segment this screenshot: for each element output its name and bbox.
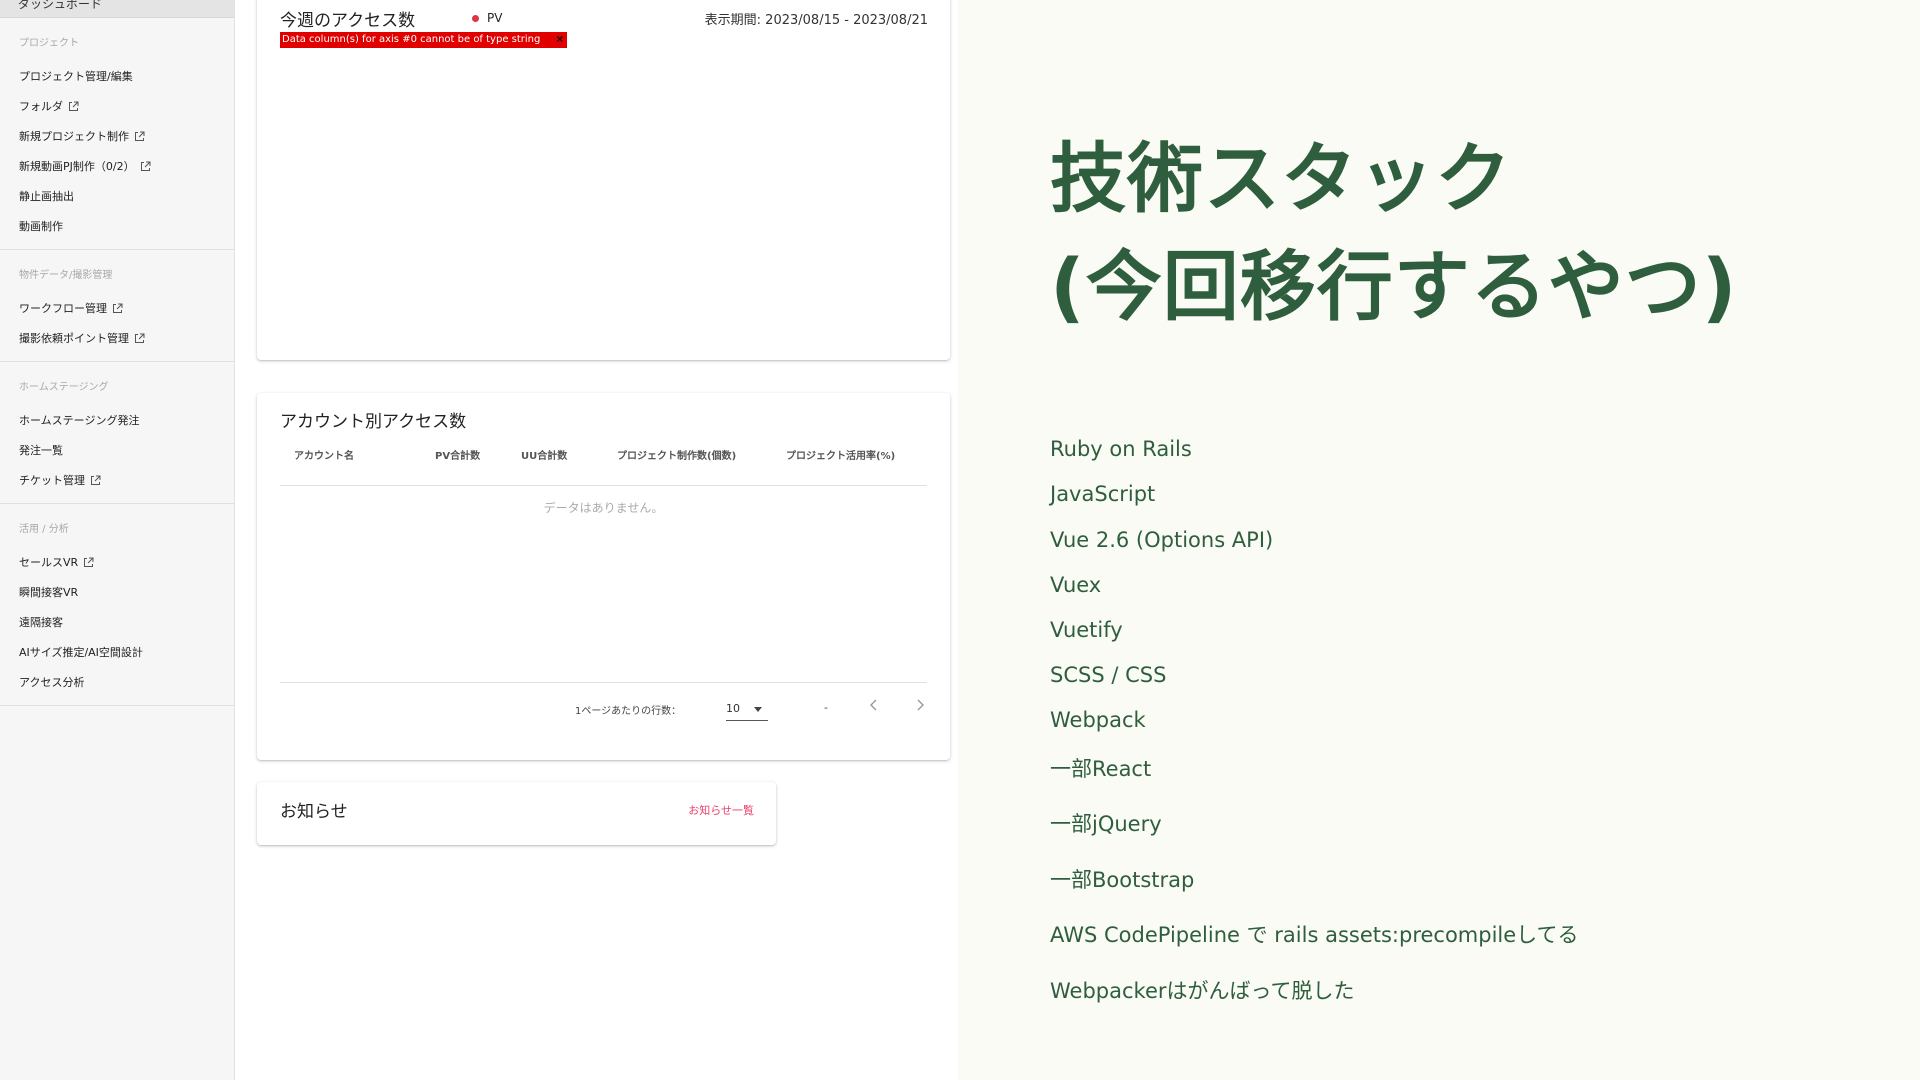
sidebar-item[interactable]: フォルダ bbox=[0, 91, 234, 121]
news-title: お知らせ bbox=[280, 802, 348, 822]
empty-table-message: データはありません。 bbox=[543, 501, 664, 515]
column-header-usage-rate[interactable]: プロジェクト活用率(%) bbox=[786, 447, 895, 462]
column-header-uu[interactable]: UU合計数 bbox=[521, 447, 567, 462]
sidebar-item-label: 撮影依頼ポイント管理 bbox=[19, 332, 129, 345]
external-link-icon bbox=[134, 131, 145, 142]
sidebar-section: プロジェクトプロジェクト管理/編集 フォルダ新規プロジェクト制作 新規動画PJ制作（… bbox=[0, 18, 234, 250]
chart-error-text: Data column(s) for axis #0 cannot be of … bbox=[282, 34, 541, 45]
tech-stack-item: Vuex bbox=[1050, 573, 1102, 597]
sidebar-item-label: 静止画抽出 bbox=[19, 190, 74, 203]
chart-legend: PV bbox=[472, 11, 502, 25]
tech-stack-item: 一部React bbox=[1050, 757, 1152, 781]
dashboard-screenshot: ダッシュボード プロジェクトプロジェクト管理/編集 フォルダ新規プロジェクト制作新… bbox=[0, 0, 958, 1080]
sidebar-item[interactable]: 発注一覧 bbox=[0, 435, 234, 465]
sidebar-section: 物件データ/撮影管理 ワークフロー管理撮影依頼ポイント管理 bbox=[0, 250, 234, 362]
tech-stack-item: 一部jQuery bbox=[1050, 812, 1162, 836]
sidebar-item[interactable]: プロジェクト管理/編集 bbox=[0, 61, 234, 91]
external-link-icon bbox=[83, 557, 94, 568]
legend-dot-icon bbox=[472, 14, 479, 22]
sidebar-item-label: フォルダ bbox=[19, 100, 63, 113]
account-access-title: アカウント別アクセス数 bbox=[280, 412, 467, 432]
rows-per-page-label: 1ページあたりの行数： bbox=[575, 706, 682, 717]
table-footer-divider bbox=[280, 682, 927, 683]
sidebar-item[interactable]: ホームステージング発注 bbox=[0, 405, 234, 435]
close-icon[interactable]: × bbox=[556, 32, 564, 48]
legend-label: PV bbox=[487, 11, 503, 25]
slide-title: 技術スタック (今回移行するやつ) bbox=[1050, 125, 1737, 341]
slide-title-line1: 技術スタック bbox=[1050, 134, 1512, 223]
external-link-icon bbox=[90, 475, 101, 486]
sidebar-item-label: セールスVR bbox=[19, 556, 79, 569]
chart-error-banner: Data column(s) for axis #0 cannot be of … bbox=[280, 32, 567, 48]
tech-stack-item: 一部Bootstrap bbox=[1050, 868, 1195, 892]
sidebar: ダッシュボード プロジェクトプロジェクト管理/編集 フォルダ新規プロジェクト制作新… bbox=[0, 0, 235, 1080]
sidebar-item-label: 瞬間接客VR bbox=[19, 586, 79, 599]
sidebar-section-header: 物件データ/撮影管理 bbox=[19, 270, 113, 281]
chevron-right-icon bbox=[917, 699, 924, 711]
tech-stack-item: AWS CodePipeline で rails assets:precompi… bbox=[1050, 923, 1579, 947]
sidebar-item[interactable]: 動画制作 bbox=[0, 211, 234, 241]
sidebar-item[interactable]: 新規動画PJ制作（0/2） bbox=[0, 151, 234, 181]
sidebar-item-label: 遠隔接客 bbox=[19, 616, 63, 629]
external-link-icon bbox=[134, 333, 145, 344]
sidebar-item[interactable]: 瞬間接客VR bbox=[0, 577, 234, 607]
tech-stack-item: Vuetify bbox=[1050, 618, 1123, 642]
tech-stack-item: SCSS / CSS bbox=[1050, 663, 1167, 687]
chevron-left-icon bbox=[870, 699, 877, 711]
sidebar-item[interactable]: ワークフロー管理 bbox=[0, 293, 234, 323]
tech-stack-slide: 技術スタック (今回移行するやつ) Ruby on Rails JavaScrip… bbox=[958, 0, 1920, 1080]
external-link-icon bbox=[68, 101, 79, 112]
tech-stack-item: Ruby on Rails bbox=[1050, 437, 1192, 461]
caret-down-icon bbox=[754, 707, 762, 712]
tech-stack-item: Webpack bbox=[1050, 708, 1146, 732]
sidebar-item[interactable]: 遠隔接客 bbox=[0, 607, 234, 637]
column-header-pv[interactable]: PV合計数 bbox=[435, 447, 480, 462]
sidebar-item-label: ワークフロー管理 bbox=[19, 302, 107, 315]
main-content: 今週のアクセス数 PV 表示期間: 2023/08/15 - 2023/08/2… bbox=[235, 0, 958, 1080]
next-page-button[interactable] bbox=[908, 693, 932, 717]
sidebar-section-header: プロジェクト bbox=[19, 38, 79, 49]
weekly-access-card: 今週のアクセス数 PV 表示期間: 2023/08/15 - 2023/08/2… bbox=[257, 0, 950, 360]
sidebar-item-label: プロジェクト管理/編集 bbox=[19, 70, 133, 83]
sidebar-item[interactable]: チケット管理 bbox=[0, 465, 234, 495]
sidebar-section-header: 活用 / 分析 bbox=[19, 524, 69, 535]
external-link-icon bbox=[140, 161, 151, 172]
rows-per-page-select[interactable]: 10 bbox=[726, 698, 768, 721]
rows-per-page-value: 10 bbox=[726, 702, 740, 715]
sidebar-section: 活用 / 分析 セールスVR 瞬間接客VR 遠隔接客 AIサイズ推定/AI空間設計 アクセ… bbox=[0, 504, 234, 706]
sidebar-item-label: アクセス分析 bbox=[19, 676, 85, 689]
page-range: - bbox=[824, 701, 828, 714]
tech-stack-item: Webpackerはがんばって脱した bbox=[1050, 979, 1355, 1003]
column-header-projects[interactable]: プロジェクト制作数(個数) bbox=[617, 447, 736, 462]
sidebar-item-label: AIサイズ推定/AI空間設計 bbox=[19, 646, 143, 659]
account-access-card: アカウント別アクセス数 アカウント名 PV合計数 UU合計数 プロジェクト制作数… bbox=[257, 393, 950, 760]
weekly-access-title: 今週のアクセス数 bbox=[280, 11, 416, 31]
sidebar-item-label: ホームステージング発注 bbox=[19, 414, 140, 427]
sidebar-item[interactable]: セールスVR bbox=[0, 547, 234, 577]
sidebar-item-label: チケット管理 bbox=[19, 474, 85, 487]
sidebar-item-label: 発注一覧 bbox=[19, 444, 63, 457]
news-card: お知らせ お知らせ一覧 bbox=[257, 782, 776, 845]
news-list-link[interactable]: お知らせ一覧 bbox=[688, 802, 754, 818]
sidebar-item-label: 動画制作 bbox=[19, 220, 63, 233]
sidebar-item[interactable]: アクセス分析 bbox=[0, 667, 234, 697]
sidebar-item[interactable]: AIサイズ推定/AI空間設計 bbox=[0, 637, 234, 667]
sidebar-item[interactable]: 新規プロジェクト制作 bbox=[0, 121, 234, 151]
table-divider bbox=[280, 485, 927, 486]
sidebar-item-label: 新規プロジェクト制作 bbox=[19, 130, 129, 143]
tech-stack-item: Vue 2.6 (Options API) bbox=[1050, 528, 1274, 552]
external-link-icon bbox=[112, 303, 123, 314]
sidebar-item[interactable]: 撮影依頼ポイント管理 bbox=[0, 323, 234, 353]
sidebar-section: ホームステージングホームステージング発注 発注一覧チケット管理 bbox=[0, 362, 234, 504]
display-period: 表示期間: 2023/08/15 - 2023/08/21 bbox=[704, 13, 928, 28]
sidebar-item-dashboard[interactable]: ダッシュボード bbox=[0, 0, 234, 18]
sidebar-item[interactable]: 静止画抽出 bbox=[0, 181, 234, 211]
tech-stack-item: JavaScript bbox=[1050, 482, 1156, 506]
prev-page-button[interactable] bbox=[862, 693, 886, 717]
sidebar-section-header: ホームステージング bbox=[19, 382, 109, 393]
column-header-account[interactable]: アカウント名 bbox=[294, 447, 354, 462]
slide-title-line2: (今回移行するやつ) bbox=[1050, 242, 1738, 331]
sidebar-item-label: 新規動画PJ制作（0/2） bbox=[19, 160, 135, 173]
